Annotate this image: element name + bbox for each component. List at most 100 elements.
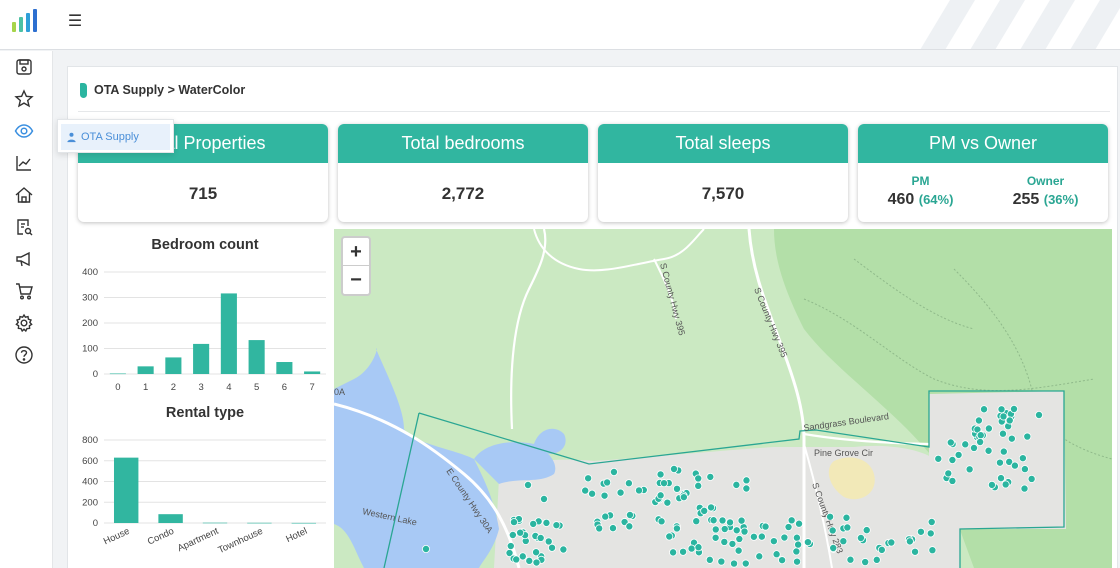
property-marker[interactable]: [984, 424, 993, 433]
property-marker[interactable]: [720, 525, 729, 534]
property-marker[interactable]: [735, 534, 744, 543]
property-marker[interactable]: [1010, 461, 1019, 470]
property-marker[interactable]: [934, 454, 943, 463]
property-marker[interactable]: [784, 523, 793, 532]
property-marker[interactable]: [509, 518, 518, 527]
menu-toggle-icon[interactable]: ☰: [66, 12, 84, 32]
property-marker[interactable]: [669, 548, 678, 557]
property-marker[interactable]: [709, 516, 718, 525]
home-icon[interactable]: [14, 185, 34, 205]
property-marker[interactable]: [1035, 410, 1044, 419]
property-marker[interactable]: [694, 474, 703, 483]
property-marker[interactable]: [532, 558, 541, 567]
property-marker[interactable]: [539, 494, 548, 503]
property-marker[interactable]: [742, 484, 751, 493]
property-marker[interactable]: [544, 537, 553, 546]
property-marker[interactable]: [624, 479, 633, 488]
property-marker[interactable]: [692, 517, 701, 526]
app-logo-icon[interactable]: [11, 8, 39, 34]
property-marker[interactable]: [948, 455, 957, 464]
property-marker[interactable]: [792, 533, 801, 542]
property-marker[interactable]: [793, 557, 802, 566]
property-marker[interactable]: [422, 544, 431, 553]
bar-condo[interactable]: [158, 514, 183, 523]
property-marker[interactable]: [609, 468, 618, 477]
property-marker[interactable]: [761, 522, 770, 531]
property-marker[interactable]: [772, 550, 781, 559]
property-marker[interactable]: [523, 480, 532, 489]
property-map[interactable]: Western Lake E County Hwy 30A S County H…: [334, 229, 1112, 568]
property-marker[interactable]: [584, 474, 593, 483]
property-marker[interactable]: [861, 558, 870, 567]
property-marker[interactable]: [803, 538, 812, 547]
bar-4[interactable]: [220, 293, 237, 374]
property-marker[interactable]: [669, 464, 678, 473]
property-marker[interactable]: [1007, 434, 1016, 443]
property-marker[interactable]: [726, 518, 735, 527]
property-marker[interactable]: [757, 532, 766, 541]
bar-0[interactable]: [109, 373, 126, 375]
property-marker[interactable]: [506, 542, 515, 551]
property-marker[interactable]: [516, 528, 525, 537]
property-marker[interactable]: [717, 557, 726, 566]
property-marker[interactable]: [749, 532, 758, 541]
property-marker[interactable]: [508, 531, 517, 540]
bar-2[interactable]: [165, 357, 182, 374]
property-marker[interactable]: [872, 555, 881, 564]
property-marker[interactable]: [740, 527, 749, 536]
property-marker[interactable]: [657, 517, 666, 526]
property-marker[interactable]: [672, 524, 681, 533]
property-marker[interactable]: [679, 547, 688, 556]
property-marker[interactable]: [588, 489, 597, 498]
property-marker[interactable]: [795, 519, 804, 528]
property-marker[interactable]: [778, 556, 787, 565]
property-marker[interactable]: [1020, 465, 1029, 474]
property-marker[interactable]: [711, 525, 720, 534]
property-marker[interactable]: [927, 518, 936, 527]
property-marker[interactable]: [665, 532, 674, 541]
property-marker[interactable]: [926, 529, 935, 538]
property-marker[interactable]: [946, 438, 955, 447]
property-marker[interactable]: [741, 559, 750, 568]
property-marker[interactable]: [780, 533, 789, 542]
property-marker[interactable]: [948, 476, 957, 485]
property-marker[interactable]: [987, 480, 996, 489]
flyout-item-ota-supply[interactable]: OTA Supply: [61, 124, 170, 150]
property-marker[interactable]: [559, 545, 568, 554]
property-marker[interactable]: [999, 412, 1008, 421]
zoom-in-button[interactable]: +: [343, 238, 369, 266]
bar-6[interactable]: [276, 362, 293, 374]
property-marker[interactable]: [1020, 484, 1029, 493]
property-marker[interactable]: [700, 506, 709, 515]
bar-5[interactable]: [248, 340, 265, 374]
property-marker[interactable]: [525, 556, 534, 565]
property-marker[interactable]: [954, 450, 963, 459]
property-marker[interactable]: [916, 527, 925, 536]
property-marker[interactable]: [976, 431, 985, 440]
property-marker[interactable]: [732, 526, 741, 535]
property-marker[interactable]: [970, 443, 979, 452]
property-marker[interactable]: [600, 491, 609, 500]
property-marker[interactable]: [1005, 416, 1014, 425]
property-marker[interactable]: [944, 469, 953, 478]
property-marker[interactable]: [603, 478, 612, 487]
property-marker[interactable]: [635, 486, 644, 495]
gear-icon[interactable]: [14, 313, 34, 333]
property-marker[interactable]: [581, 486, 590, 495]
property-marker[interactable]: [755, 552, 764, 561]
bar-townhouse[interactable]: [247, 522, 272, 524]
property-marker[interactable]: [829, 543, 838, 552]
zoom-out-button[interactable]: −: [343, 266, 369, 294]
property-marker[interactable]: [595, 524, 604, 533]
property-marker[interactable]: [687, 544, 696, 553]
property-marker[interactable]: [928, 546, 937, 555]
property-marker[interactable]: [734, 546, 743, 555]
property-marker[interactable]: [718, 516, 727, 525]
property-marker[interactable]: [552, 521, 561, 530]
bar-1[interactable]: [137, 366, 154, 374]
property-marker[interactable]: [905, 537, 914, 546]
property-marker[interactable]: [1010, 404, 1019, 413]
property-marker[interactable]: [961, 440, 970, 449]
chart-line-icon[interactable]: [14, 153, 34, 173]
property-marker[interactable]: [711, 533, 720, 542]
